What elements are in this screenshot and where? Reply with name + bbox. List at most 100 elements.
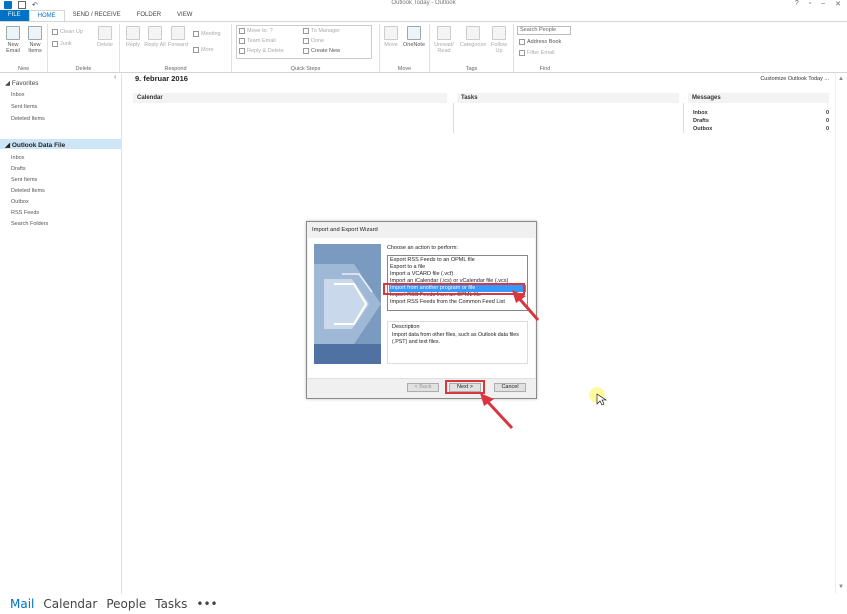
filter-email-button[interactable]: Filter Email [519, 49, 555, 57]
tab-folder[interactable]: FOLDER [129, 10, 169, 21]
meeting-button[interactable]: Meeting [193, 30, 221, 38]
quick-step-team-email[interactable]: Team Email [239, 37, 276, 45]
quick-step-create-new[interactable]: Create New [303, 47, 340, 55]
junk-button[interactable]: Junk [52, 40, 72, 48]
quick-step-done[interactable]: Done [303, 37, 324, 45]
move-to-icon [239, 27, 245, 34]
quick-step-label: Team Email [247, 38, 276, 44]
folder-pane: ‹ ◢ Favorites Inbox Sent Items Deleted I… [0, 74, 122, 594]
messages-row-drafts[interactable]: Drafts 0 [693, 118, 829, 126]
messages-row-inbox[interactable]: Inbox 0 [693, 110, 829, 118]
group-label-delete: Delete [75, 66, 92, 72]
folder-search-folders[interactable]: Search Folders [11, 221, 48, 227]
folder-drafts[interactable]: Drafts [11, 166, 26, 172]
cancel-button[interactable]: Cancel [494, 383, 526, 392]
categorize-icon [466, 26, 480, 40]
restore-icon[interactable]: ▫ [809, 0, 811, 8]
nav-tasks[interactable]: Tasks [155, 597, 187, 611]
group-move: Move OneNote Move [380, 24, 430, 72]
back-button[interactable]: < Back [407, 383, 439, 392]
favorites-item-sent[interactable]: Sent Items [11, 104, 37, 110]
scroll-down-icon[interactable]: ▼ [838, 584, 844, 590]
ribbon: New Email New Items New Clean Up Junk De… [0, 21, 847, 73]
action-option[interactable]: Import a VCARD file (.vcf) [389, 271, 526, 278]
reply-all-button[interactable]: Reply All [144, 26, 166, 48]
tasks-header[interactable]: Tasks [457, 93, 679, 103]
new-items-button[interactable]: New Items [24, 26, 46, 54]
folder-outbox[interactable]: Outbox [11, 199, 29, 205]
customize-link[interactable]: Customize Outlook Today ... [760, 76, 829, 82]
folder-inbox[interactable]: Inbox [11, 155, 24, 161]
dialog-separator [307, 378, 536, 379]
address-book-button[interactable]: Address Book [519, 38, 561, 46]
follow-up-label: Follow Up [491, 42, 507, 54]
data-file-label: Outlook Data File [11, 142, 66, 149]
messages-row-outbox[interactable]: Outbox 0 [693, 126, 829, 134]
search-people-input[interactable]: Search People [517, 26, 571, 35]
move-button[interactable]: Move [380, 26, 402, 48]
quick-steps-gallery[interactable]: Move to: ? Team Email Reply & Delete To … [236, 25, 372, 59]
folder-sent-items[interactable]: Sent Items [11, 177, 37, 183]
junk-icon [52, 40, 58, 47]
close-icon[interactable]: ✕ [835, 0, 841, 8]
quick-step-move-to[interactable]: Move to: ? [239, 27, 273, 35]
tab-file[interactable]: FILE [0, 10, 29, 21]
highlight-next-button [445, 380, 485, 394]
reply-button[interactable]: Reply [122, 26, 144, 48]
favorites-header[interactable]: ◢ Favorites [5, 79, 39, 87]
reply-icon [126, 26, 140, 40]
nav-calendar[interactable]: Calendar [43, 597, 97, 611]
group-label-find: Find [539, 66, 551, 72]
flag-icon [492, 26, 506, 40]
categorize-button[interactable]: Categorize [459, 26, 487, 48]
action-option[interactable]: Export RSS Feeds to an OPML file [389, 257, 526, 264]
action-option[interactable]: Export to a file [389, 264, 526, 271]
favorites-item-deleted[interactable]: Deleted Items [11, 116, 45, 122]
onenote-button[interactable]: OneNote [403, 26, 425, 48]
nav-people[interactable]: People [106, 597, 146, 611]
action-option[interactable]: Import RSS Feeds from the Common Feed Li… [389, 299, 526, 306]
message-count: 0 [825, 118, 829, 124]
quick-step-to-manager[interactable]: To Manager [303, 27, 340, 35]
scroll-up-icon[interactable]: ▲ [838, 76, 844, 82]
more-respond-button[interactable]: More [193, 46, 214, 54]
clean-up-button[interactable]: Clean Up [52, 28, 83, 36]
forward-icon [171, 26, 185, 40]
calendar-header[interactable]: Calendar [133, 93, 447, 103]
delete-button[interactable]: Delete [94, 26, 116, 48]
new-email-button[interactable]: New Email [2, 26, 24, 54]
vertical-scrollbar[interactable]: ▲ ▼ [835, 74, 847, 594]
tab-view[interactable]: VIEW [169, 10, 200, 21]
address-book-label: Address Book [527, 39, 562, 45]
data-file-header[interactable]: ◢ Outlook Data File [5, 141, 65, 149]
today-date: 9. februar 2016 [135, 74, 188, 83]
nav-mail[interactable]: Mail [10, 597, 34, 611]
tab-send-receive[interactable]: SEND / RECEIVE [65, 10, 129, 21]
onenote-icon [407, 26, 421, 40]
group-label-move: Move [397, 66, 412, 72]
forward-button[interactable]: Forward [167, 26, 189, 48]
minimize-icon[interactable]: – [821, 0, 825, 8]
group-label-respond: Respond [164, 66, 187, 72]
meeting-icon [193, 30, 199, 37]
new-items-icon [28, 26, 42, 40]
message-folder-name: Outbox [693, 126, 713, 132]
forward-label: Forward [167, 42, 189, 48]
unread-read-label: Unread/ Read [434, 42, 454, 54]
unread-read-button[interactable]: Unread/ Read [432, 26, 456, 54]
follow-up-button[interactable]: Follow Up [488, 26, 510, 54]
nav-more-icon[interactable]: ••• [196, 597, 217, 611]
description-label: Description [392, 324, 420, 330]
ribbon-tabs: FILE HOME SEND / RECEIVE FOLDER VIEW [0, 10, 847, 21]
tab-home[interactable]: HOME [28, 10, 65, 21]
favorites-item-inbox[interactable]: Inbox [11, 92, 24, 98]
favorites-label: Favorites [11, 80, 39, 87]
folder-deleted-items[interactable]: Deleted Items [11, 188, 45, 194]
help-icon[interactable]: ? [795, 0, 799, 8]
reply-all-icon [148, 26, 162, 40]
quick-step-reply-delete[interactable]: Reply & Delete [239, 47, 284, 55]
folder-rss-feeds[interactable]: RSS Feeds [11, 210, 39, 216]
collapse-pane-icon[interactable]: ‹ [114, 74, 116, 81]
reply-label: Reply [125, 42, 141, 48]
column-divider [453, 103, 454, 133]
